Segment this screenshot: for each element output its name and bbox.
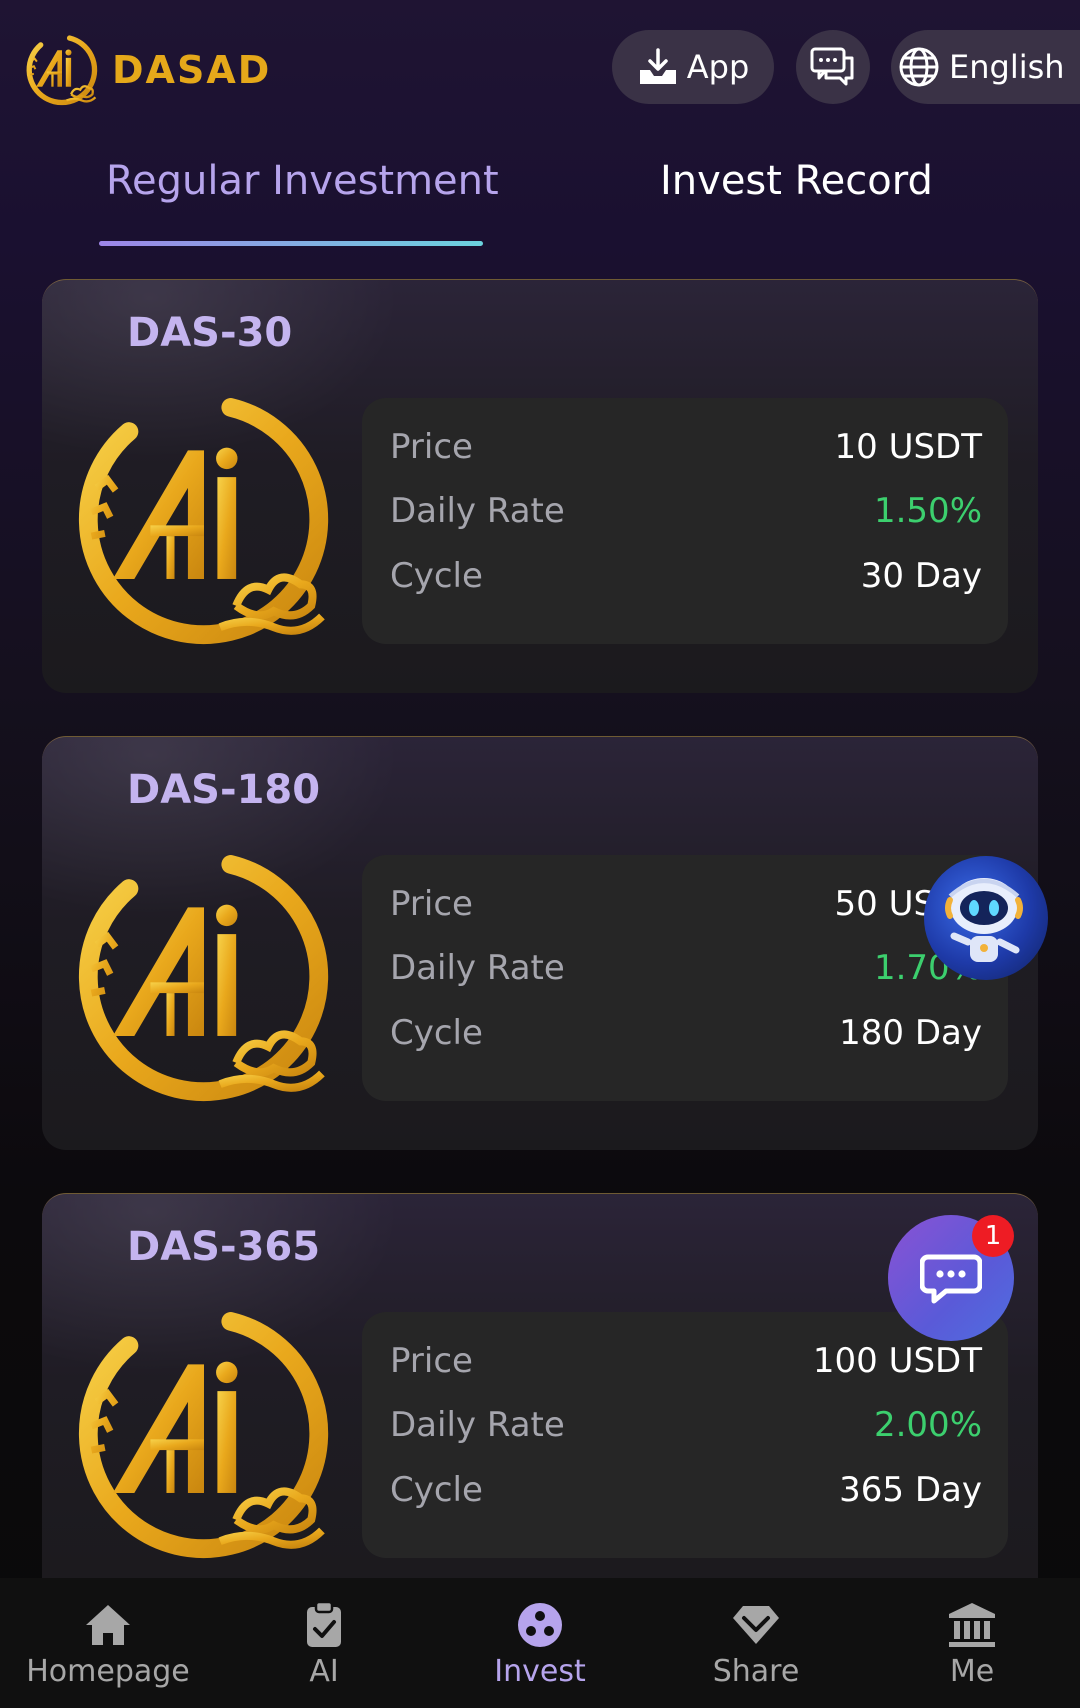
product-details: Price 100 USDT Daily Rate 2.00% Cycle 36… xyxy=(362,1312,1008,1558)
price-row: Price 10 USDT xyxy=(390,422,982,472)
tab-invest-record[interactable]: Invest Record xyxy=(660,158,933,204)
unread-badge: 1 xyxy=(972,1215,1014,1257)
product-details: Price 10 USDT Daily Rate 1.50% Cycle 30 … xyxy=(362,398,1008,644)
daily-rate-value: 1.50% xyxy=(873,491,982,531)
download-app-button[interactable]: App xyxy=(612,30,774,104)
logo-icon xyxy=(70,386,338,654)
nav-label: Me xyxy=(949,1654,995,1689)
daily-rate-value: 2.00% xyxy=(873,1405,982,1445)
brand-name: DASAD xyxy=(112,48,272,92)
cycle-value: 180 Day xyxy=(839,1013,982,1053)
product-name: DAS-180 xyxy=(127,767,321,813)
diamond-icon xyxy=(731,1600,781,1650)
daily-rate-row: Daily Rate 2.00% xyxy=(390,1400,982,1450)
daily-rate-label: Daily Rate xyxy=(390,491,565,531)
price-value: 100 USDT xyxy=(812,1341,982,1381)
globe-icon xyxy=(899,47,939,87)
cycle-row: Cycle 365 Day xyxy=(390,1465,982,1515)
nav-label: AI xyxy=(309,1654,339,1689)
product-card[interactable]: DAS-365 Price 100 USDT Daily Rate 2.00% … xyxy=(42,1193,1038,1607)
price-row: Price 50 USDT xyxy=(390,879,982,929)
home-icon xyxy=(83,1600,133,1650)
product-details: Price 50 USDT Daily Rate 1.70% Cycle 180… xyxy=(362,855,1008,1101)
messages-button[interactable] xyxy=(796,30,870,104)
nav-share[interactable]: Share xyxy=(648,1578,864,1708)
daily-rate-row: Daily Rate 1.50% xyxy=(390,486,982,536)
app-label: App xyxy=(686,48,750,86)
top-header: DASAD App English xyxy=(0,0,1080,140)
daily-rate-label: Daily Rate xyxy=(390,1405,565,1445)
product-name: DAS-30 xyxy=(127,310,293,356)
bank-icon xyxy=(947,1600,997,1650)
tab-regular-investment[interactable]: Regular Investment xyxy=(106,158,499,204)
product-name: DAS-365 xyxy=(127,1224,321,1270)
cycle-value: 365 Day xyxy=(839,1470,982,1510)
logo-icon xyxy=(70,1300,338,1568)
cycle-label: Cycle xyxy=(390,556,483,596)
dots-icon xyxy=(515,1600,565,1650)
price-value: 10 USDT xyxy=(834,427,983,467)
active-tab-indicator xyxy=(99,241,483,246)
cycle-label: Cycle xyxy=(390,1470,483,1510)
ai-assistant-button[interactable] xyxy=(924,856,1048,980)
logo-icon xyxy=(70,843,338,1111)
download-icon xyxy=(639,48,676,84)
chat-icon xyxy=(810,47,854,86)
clipboard-icon xyxy=(299,1600,349,1650)
bottom-navigation: Homepage AI Invest Share Me xyxy=(0,1578,1080,1708)
cycle-value: 30 Day xyxy=(860,556,982,596)
price-label: Price xyxy=(390,884,473,924)
price-label: Price xyxy=(390,1341,473,1381)
robot-icon xyxy=(945,878,1023,962)
message-icon xyxy=(920,1254,982,1304)
cycle-label: Cycle xyxy=(390,1013,483,1053)
nav-label: Share xyxy=(712,1654,800,1689)
language-label: English xyxy=(949,48,1065,86)
price-label: Price xyxy=(390,427,473,467)
nav-ai[interactable]: AI xyxy=(216,1578,432,1708)
daily-rate-label: Daily Rate xyxy=(390,948,565,988)
daily-rate-row: Daily Rate 1.70% xyxy=(390,943,982,993)
price-row: Price 100 USDT xyxy=(390,1336,982,1386)
nav-invest[interactable]: Invest xyxy=(432,1578,648,1708)
nav-me[interactable]: Me xyxy=(864,1578,1080,1708)
nav-homepage[interactable]: Homepage xyxy=(0,1578,216,1708)
nav-label: Homepage xyxy=(26,1654,190,1689)
brand-logo[interactable]: DASAD xyxy=(24,32,271,108)
product-card[interactable]: DAS-180 Price 50 USDT Daily Rate 1.70% C… xyxy=(42,736,1038,1150)
nav-label: Invest xyxy=(494,1654,586,1689)
language-selector[interactable]: English xyxy=(891,30,1080,104)
cycle-row: Cycle 180 Day xyxy=(390,1008,982,1058)
product-card[interactable]: DAS-30 Price 10 USDT Daily Rate 1.50% Cy… xyxy=(42,279,1038,693)
cycle-row: Cycle 30 Day xyxy=(390,551,982,601)
logo-icon xyxy=(24,32,100,108)
